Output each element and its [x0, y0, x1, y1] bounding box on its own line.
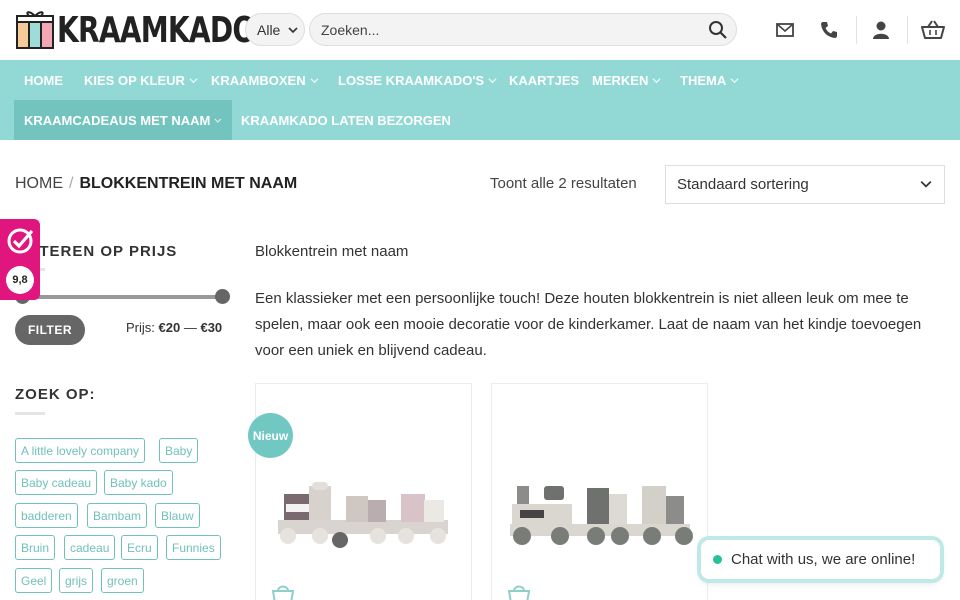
tag-link[interactable]: A little lovely company — [15, 438, 146, 463]
title-divider — [15, 412, 45, 415]
nav-item-label: Losse kraamkado's — [338, 72, 485, 88]
nav-item-label: Kraamkado laten bezorgen — [241, 112, 451, 128]
header-divider — [856, 16, 857, 44]
product-image — [510, 486, 693, 545]
nav-item-thema[interactable]: Thema — [670, 60, 749, 100]
tags-title: Zoek op: — [15, 386, 96, 403]
price-slider-max-handle[interactable] — [215, 289, 230, 304]
nav-item-kies-op-kleur[interactable]: Kies op kleur — [74, 60, 208, 100]
tag-link[interactable]: Baby cadeau — [15, 470, 98, 495]
tag-link[interactable]: grijs — [59, 568, 94, 593]
nav-item-kaartjes[interactable]: Kaartjes — [499, 60, 589, 100]
logo-text: KRAAMKADO — [57, 9, 256, 51]
gift-box-icon — [16, 11, 54, 49]
product-image — [278, 482, 448, 548]
search-input[interactable] — [321, 21, 691, 38]
chat-label: Chat with us, we are online! — [731, 551, 916, 568]
chat-widget-button[interactable]: Chat with us, we are online! — [701, 540, 940, 579]
nav-item-label: Home — [24, 72, 63, 88]
tag-link[interactable]: Geel — [15, 568, 53, 593]
rating-value: 9,8 — [6, 266, 34, 294]
site-header: KRAAMKADO Alle — [0, 0, 960, 60]
tag-link[interactable]: badderen — [15, 503, 78, 528]
nav-item-label: Kraamcadeaus met naam — [24, 112, 211, 128]
add-to-cart-icon[interactable] — [507, 583, 531, 600]
nav-item-label: Kraamboxen — [211, 72, 306, 88]
add-to-cart-icon[interactable] — [271, 583, 295, 600]
user-icon[interactable] — [871, 20, 891, 40]
sort-select[interactable]: Standaard sortering — [665, 165, 945, 204]
chevron-down-icon — [730, 77, 739, 83]
results-count: Toont alle 2 resultaten — [490, 175, 637, 192]
price-range-label: Prijs: €20 — €30 — [126, 320, 222, 335]
phone-icon[interactable] — [819, 20, 839, 40]
category-select[interactable]: Alle — [245, 13, 305, 46]
chevron-down-icon — [214, 118, 222, 123]
nav-item-kraamcadeaus-met-naam[interactable]: Kraamcadeaus met naam — [14, 100, 232, 140]
tag-link[interactable]: cadeau — [64, 535, 116, 560]
category-description: Een klassieker met een persoonlijke touc… — [255, 290, 922, 359]
price-slider-track[interactable] — [22, 295, 222, 299]
chevron-down-icon — [652, 77, 661, 83]
filter-button[interactable]: FILTER — [15, 315, 85, 345]
checkmark-badge-icon — [7, 228, 34, 254]
price-from: €20 — [158, 320, 181, 335]
nav-item-merken[interactable]: Merken — [582, 60, 671, 100]
tag-link[interactable]: Blauw — [155, 503, 200, 528]
tag-link[interactable]: groen — [101, 568, 144, 593]
mail-icon[interactable] — [775, 20, 795, 40]
nav-item-kraamboxen[interactable]: Kraamboxen — [201, 60, 329, 100]
tag-link[interactable]: Bambam — [87, 503, 148, 528]
product-card[interactable] — [255, 383, 472, 600]
category-title: Blokkentrein met naam — [255, 243, 409, 260]
nav-item-losse-kraamkados[interactable]: Losse kraamkado's — [328, 60, 507, 100]
chevron-down-icon — [310, 77, 319, 83]
price-prefix: Prijs: — [126, 320, 155, 335]
nav-item-label: Thema — [680, 72, 727, 88]
price-dash: — — [183, 320, 197, 335]
sort-select-value: Standaard sortering — [677, 176, 809, 193]
nav-item-label: Merken — [592, 72, 649, 88]
tag-link[interactable]: Ecru — [121, 535, 158, 560]
tag-link[interactable]: Funnies — [166, 535, 221, 560]
header-divider — [907, 16, 908, 44]
category-select-value: Alle — [257, 21, 281, 38]
search-bar — [309, 13, 737, 46]
chevron-down-icon — [920, 181, 932, 188]
nav-item-home[interactable]: Home — [14, 60, 73, 100]
breadcrumb-home[interactable]: HOME — [15, 175, 63, 192]
chevron-down-icon — [189, 77, 198, 83]
price-to: €30 — [200, 320, 223, 335]
breadcrumb-current: BLOKKENTREIN MET NAAM — [79, 175, 298, 192]
tag-link[interactable]: Baby — [159, 438, 199, 463]
nav-item-kraamkado-laten-bezorgen[interactable]: Kraamkado laten bezorgen — [231, 100, 461, 140]
nav-item-label: Kies op kleur — [84, 72, 185, 88]
basket-icon[interactable] — [921, 20, 945, 40]
nav-item-label: Kaartjes — [509, 72, 580, 88]
main-navigation: Home Kies op kleur Kraamboxen Losse kraa… — [0, 60, 960, 140]
product-card[interactable] — [491, 383, 708, 600]
chevron-down-icon — [288, 26, 298, 33]
search-icon[interactable] — [708, 20, 728, 40]
breadcrumb-separator: / — [69, 175, 74, 192]
tag-link[interactable]: Baby kado — [104, 470, 173, 495]
online-status-dot — [713, 555, 722, 564]
chevron-down-icon — [488, 77, 497, 83]
new-badge: Nieuw — [248, 413, 293, 458]
breadcrumb: HOME / BLOKKENTREIN MET NAAM — [15, 175, 297, 193]
tag-link[interactable]: Bruin — [15, 535, 56, 560]
rating-badge[interactable]: 9,8 — [0, 219, 40, 300]
